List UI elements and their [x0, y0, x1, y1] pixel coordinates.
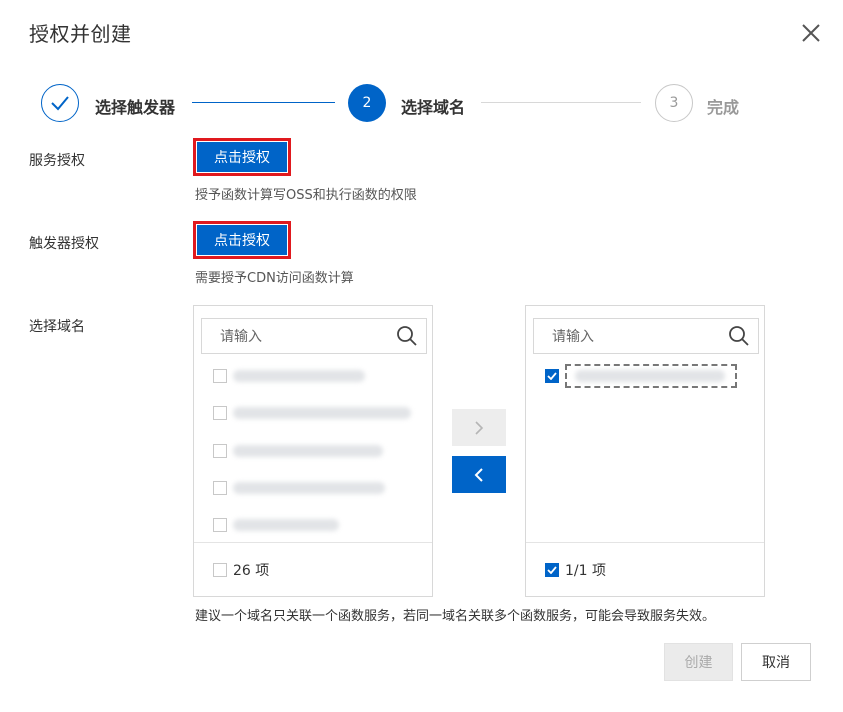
service-auth-button[interactable]: 点击授权 — [197, 142, 287, 172]
target-domain-panel: 请输入 1/1 项 — [525, 305, 765, 597]
step-3-label: 完成 — [707, 98, 740, 117]
step-2-number: 2 — [348, 84, 386, 122]
check-icon — [547, 372, 557, 380]
trigger-auth-label: 触发器授权 — [29, 236, 99, 252]
target-count: 1/1 项 — [565, 562, 606, 579]
check-icon — [547, 565, 557, 574]
item-checkbox[interactable] — [213, 518, 227, 532]
blurred-domain — [233, 445, 383, 457]
list-item[interactable] — [213, 515, 339, 535]
create-dialog: 授权并创建 选择触发器 2 选择域名 3 完成 服务授权 点击授权 授予函数计算… — [0, 0, 843, 712]
trigger-auth-highlight: 点击授权 — [193, 221, 291, 259]
search-icon[interactable] — [396, 325, 418, 347]
service-auth-label: 服务授权 — [29, 153, 85, 169]
source-panel-footer: 26 项 — [194, 542, 432, 596]
blurred-domain — [233, 482, 385, 494]
list-item[interactable] — [213, 441, 383, 461]
target-search-input[interactable]: 请输入 — [533, 318, 759, 354]
domain-select-label: 选择域名 — [29, 319, 85, 335]
source-search-input[interactable]: 请输入 — [201, 318, 427, 354]
step-1-label: 选择触发器 — [95, 98, 176, 117]
list-item[interactable] — [213, 403, 411, 423]
blurred-domain — [233, 370, 365, 382]
blurred-domain — [575, 370, 725, 382]
create-button[interactable]: 创建 — [664, 643, 733, 681]
item-checkbox[interactable] — [213, 369, 227, 383]
chevron-right-icon — [475, 420, 484, 435]
service-auth-hint: 授予函数计算写OSS和执行函数的权限 — [195, 188, 417, 203]
item-checkbox[interactable] — [213, 481, 227, 495]
step-2-label: 选择域名 — [401, 98, 466, 117]
item-checkbox[interactable] — [213, 406, 227, 420]
source-count: 26 项 — [233, 562, 270, 579]
item-checkbox[interactable] — [545, 369, 559, 383]
selected-list-item[interactable] — [545, 364, 737, 388]
item-checkbox[interactable] — [213, 444, 227, 458]
target-panel-footer: 1/1 项 — [526, 542, 764, 596]
list-item[interactable] — [213, 478, 385, 498]
select-all-checkbox[interactable] — [545, 562, 559, 577]
move-right-button[interactable] — [452, 409, 506, 446]
step-1-check-icon — [41, 84, 79, 122]
trigger-auth-button[interactable]: 点击授权 — [197, 225, 287, 255]
blurred-domain — [233, 407, 411, 419]
list-item[interactable] — [213, 366, 365, 386]
source-domain-panel: 请输入 26 项 — [193, 305, 433, 597]
close-icon[interactable] — [798, 20, 824, 46]
dialog-title: 授权并创建 — [29, 22, 132, 46]
select-all-checkbox[interactable] — [213, 562, 227, 577]
blurred-domain — [233, 519, 339, 531]
move-left-button[interactable] — [452, 456, 506, 493]
search-icon[interactable] — [728, 325, 750, 347]
step-3-number: 3 — [655, 84, 693, 122]
focused-item-outline — [565, 364, 737, 388]
step-divider — [192, 102, 335, 103]
trigger-auth-hint: 需要授予CDN访问函数计算 — [195, 271, 354, 286]
domain-note: 建议一个域名只关联一个函数服务，若同一域名关联多个函数服务，可能会导致服务失效。 — [195, 609, 716, 624]
service-auth-highlight: 点击授权 — [193, 138, 291, 176]
cancel-button[interactable]: 取消 — [741, 643, 811, 681]
step-divider — [481, 102, 641, 103]
chevron-left-icon — [474, 467, 483, 482]
